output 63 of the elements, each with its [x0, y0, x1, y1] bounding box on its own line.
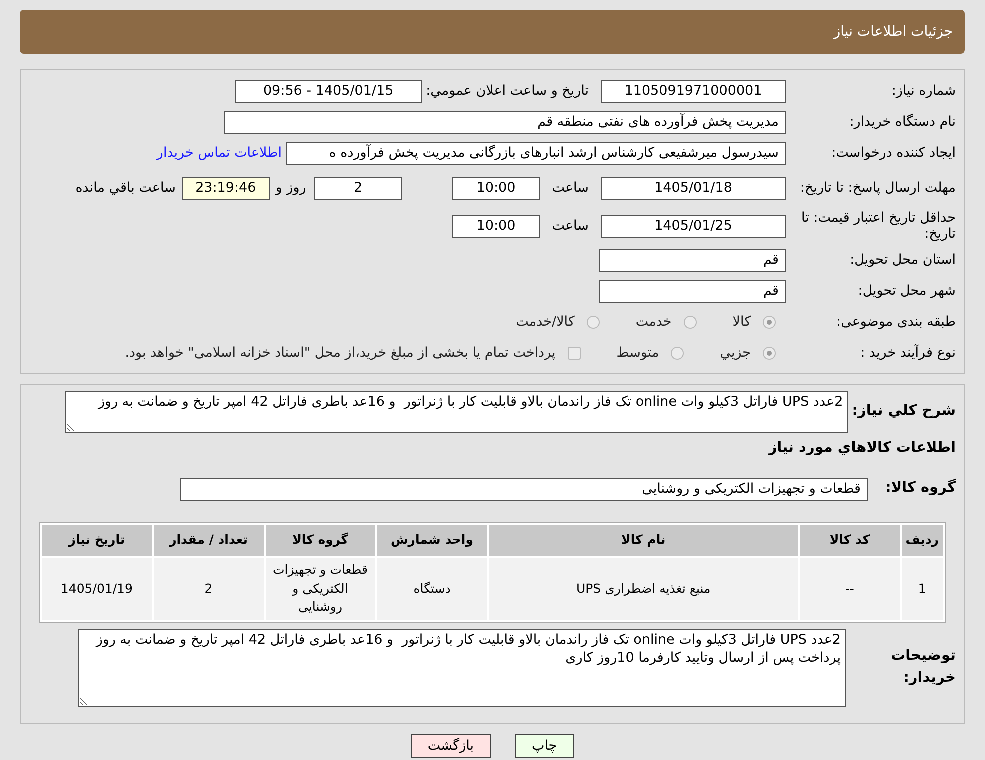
field-label: شماره نیاز:: [890, 83, 956, 100]
field-label: نام دستگاه خریدار:: [848, 114, 956, 131]
radio-button[interactable]: [671, 347, 684, 360]
buyer-notes-field[interactable]: 2عدد UPS فاراتل 3کیلو وات online تک فاز راندمان بالاو قابلیت کار با ژنراتور و 16عد باطری فاراتل 42 امپر تاریخ و ضمانت به روز پرداخت پس از ارسال وتایید کارفرما 10روز کاری: [78, 629, 846, 707]
option-label: کالا/خدمت: [516, 313, 575, 332]
back-button[interactable]: بازگشت: [410, 734, 491, 758]
table-cell: منبع تغذیه اضطراری UPS: [489, 558, 798, 620]
column-header: گروه کالا: [266, 525, 376, 556]
column-header: واحد شمارش: [377, 525, 488, 556]
contact-link[interactable]: اطلاعات تماس خریدار: [156, 143, 282, 164]
field-label: حداقل تاریخ اعتبار قیمت: تا تاریخ:: [800, 210, 956, 242]
field-label: طبقه بندی موضوعی:: [836, 314, 956, 331]
field-label: توضیحات خریدار:: [890, 647, 956, 688]
city-field[interactable]: قم: [599, 280, 786, 303]
field-label: ساعت باقي مانده: [76, 178, 176, 198]
option-label: جزیي: [720, 344, 751, 364]
field-label: ایجاد کننده درخواست:: [830, 145, 956, 162]
option-label: متوسط: [616, 344, 660, 364]
requester-field[interactable]: سیدرسول میرشفیعی کارشناس ارشد انبارهای بازرگانی مدیریت پخش فرآورده ه: [286, 142, 786, 165]
field-label: شرح کلي نیاز:: [852, 402, 956, 421]
radio-button[interactable]: [684, 316, 697, 329]
goods-group-field[interactable]: قطعات و تجهیزات الکتریکی و روشنایی: [180, 478, 868, 500]
radio-button[interactable]: [763, 347, 776, 360]
field-label: نوع فرآیند خرید :: [860, 345, 956, 362]
option-label: خدمت: [636, 313, 672, 332]
need-number-field[interactable]: 1105091971000001: [601, 80, 786, 103]
table-cell: 1: [902, 558, 943, 620]
column-header: تاریخ نیاز: [42, 525, 152, 556]
print-button[interactable]: چاپ: [514, 734, 574, 758]
field-label: استان محل تحویل:: [849, 252, 956, 269]
field-label: ساعت: [552, 178, 589, 198]
date-field[interactable]: 1405/01/25: [601, 214, 786, 238]
field-label: گروه کالا:: [884, 478, 956, 498]
radio-button[interactable]: [586, 316, 600, 329]
days-field[interactable]: 2: [314, 176, 402, 200]
date-field[interactable]: 1405/01/18: [601, 176, 786, 200]
payment-note: پرداخت تمام یا بخشی از مبلغ خرید،از محل "اسناد خزانه اسلامی" خواهد بود.: [125, 344, 556, 364]
buyer-field[interactable]: مدیریت پخش فرآورده های نفتی منطقه قم: [224, 111, 786, 134]
column-header: تعداد / مقدار: [154, 525, 264, 556]
table-cell: 2: [154, 558, 264, 620]
checkbox[interactable]: [568, 347, 581, 360]
radio-button[interactable]: [763, 316, 776, 329]
field-label: ساعت: [552, 216, 589, 236]
column-header: کد کالا: [800, 525, 900, 556]
time-field[interactable]: 10:00: [452, 176, 540, 200]
province-field[interactable]: قم: [599, 249, 786, 272]
remaining-time-field[interactable]: 23:19:46: [182, 176, 270, 200]
table-cell: --: [800, 558, 900, 620]
table-cell: دستگاه: [377, 558, 488, 620]
section-title: اطلاعات کالاهاي مورد نیاز: [768, 438, 956, 458]
field-label: تاریخ و ساعت اعلان عمومي:: [426, 82, 589, 102]
announce-date-field[interactable]: 1405/01/15 - 09:56: [235, 80, 422, 103]
field-label: مهلت ارسال پاسخ: تا تاریخ:: [799, 180, 956, 196]
table-cell: قطعات و تجهیزات الکتریکی و روشنایی: [266, 558, 376, 620]
description-field[interactable]: 2عدد UPS فاراتل 3کیلو وات online تک فاز راندمان بالاو قابلیت کار با ژنراتور و 16عد باطری فاراتل 42 امپر تاریخ و ضمانت به روز: [65, 391, 848, 433]
table-cell: 1405/01/19: [42, 558, 152, 620]
option-label: کالا: [732, 313, 751, 332]
field-label: روز و: [276, 178, 306, 198]
column-header: ردیف: [902, 525, 943, 556]
page-header: جزئیات اطلاعات نیاز: [20, 10, 965, 54]
field-label: شهر محل تحویل:: [857, 283, 956, 300]
column-header: نام کالا: [489, 525, 798, 556]
time-field[interactable]: 10:00: [452, 214, 540, 238]
